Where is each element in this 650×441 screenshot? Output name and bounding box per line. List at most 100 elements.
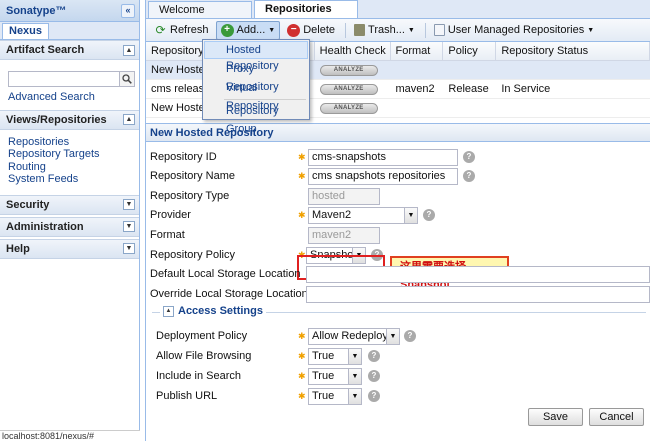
tab-welcome[interactable]: Welcome [148,1,252,18]
user-managed-repositories-button[interactable]: User Managed Repositories ▼ [429,21,599,40]
repository-id-input[interactable]: cms-snapshots [308,148,458,166]
form-button-bar: Save Cancel [146,405,650,428]
chevron-down-icon: ▼ [407,26,415,34]
chevron-down-icon: ▼ [268,26,276,34]
row-default-storage: Default Local Storage Location [150,265,650,283]
delete-button[interactable]: − Delete [282,21,340,40]
publish-url-value: True [312,389,335,402]
cancel-button[interactable]: Cancel [589,408,644,426]
menu-item-virtual-repository[interactable]: Virtual Repository [204,79,308,112]
user-managed-label: User Managed Repositories [447,24,585,36]
nav-link-routing[interactable]: Routing [8,161,139,174]
menu-item-repository-group[interactable]: Repository Group [204,102,308,135]
row-repository-id: Repository ID ✱ cms-snapshots ? [150,148,650,166]
analyze-button[interactable]: ANALYZE [319,102,378,114]
expand-down-icon[interactable]: ▼ [123,199,135,210]
nav-link-repositories[interactable]: Repositories [8,136,139,149]
column-label: Repository [151,45,204,57]
section-title: Administration [6,220,84,233]
access-settings-legend[interactable]: ▲ Access Settings [160,305,266,317]
help-icon[interactable]: ? [463,170,475,182]
help-icon[interactable]: ? [368,370,380,382]
deployment-policy-select[interactable]: Allow Redeploy ▼ [308,327,400,345]
refresh-label: Refresh [170,24,209,36]
artifact-search-body: Advanced Search [0,60,139,110]
expand-down-icon[interactable]: ▼ [123,221,135,232]
trash-icon [354,24,366,36]
help-icon[interactable]: ? [404,330,416,342]
add-button[interactable]: + Add... ▼ [215,20,281,40]
help-icon[interactable]: ? [463,151,475,163]
collapse-up-icon[interactable]: ▲ [163,305,174,317]
row-format: Format maven2 [150,226,650,244]
search-row [8,71,139,87]
column-header-policy[interactable]: Policy [443,42,497,60]
left-body: Artifact Search ▲ Advanced Search Views/… [0,40,139,441]
trash-button[interactable]: Trash... ▼ [349,21,420,40]
repository-type-field: hosted [308,187,380,205]
advanced-search-link[interactable]: Advanced Search [8,91,139,104]
section-administration[interactable]: Administration ▼ [0,216,139,237]
save-button[interactable]: Save [528,408,583,426]
analyze-button[interactable]: ANALYZE [319,64,378,76]
expand-down-icon[interactable]: ▼ [123,243,135,254]
label-publish-url: Publish URL [156,390,218,402]
override-storage-input[interactable] [306,285,650,303]
section-artifact-search[interactable]: Artifact Search ▲ [0,40,139,60]
menu-item-hosted-repository[interactable]: Hosted Repository [204,41,308,72]
add-icon: + [220,23,234,37]
cell-health: ANALYZE [315,99,391,117]
label-include-in-search: Include in Search [156,370,241,382]
collapse-up-icon[interactable]: ▲ [123,44,135,56]
row-publish-url: Publish URL ✱ True ▼ ? [156,387,650,405]
label-provider: Provider [150,209,191,221]
refresh-button[interactable]: ⟳ Refresh [149,21,214,40]
search-input[interactable] [8,71,120,87]
views-body: Repositories Repository Targets Routing … [0,130,139,193]
left-navigation-panel: Sonatype™ « Nexus Artifact Search ▲ Adva… [0,0,140,441]
help-icon[interactable]: ? [423,209,435,221]
cell-policy [443,61,496,79]
nav-link-system-feeds[interactable]: System Feeds [8,173,139,186]
help-icon[interactable]: ? [368,350,380,362]
label-repository-id: Repository ID [150,151,217,163]
publish-url-select[interactable]: True ▼ [308,387,362,405]
column-header-status[interactable]: Repository Status [496,42,650,60]
section-views-repositories[interactable]: Views/Repositories ▲ [0,109,139,130]
cell-status: In Service [501,83,551,95]
label-repository-type: Repository Type [150,190,230,202]
collapse-panel-icon[interactable]: « [121,3,135,18]
cell-health: ANALYZE [315,61,391,79]
row-override-storage: Override Local Storage Location [150,285,650,303]
repository-name-input[interactable]: cms snapshots repositories [308,167,458,185]
browser-status-url: localhost:8081/nexus/# [0,430,140,441]
section-title: Security [6,198,50,211]
help-icon[interactable]: ? [368,390,380,402]
column-header-health-check[interactable]: Health Check [315,42,391,60]
required-marker: ✱ [298,170,306,181]
analyze-button[interactable]: ANALYZE [319,83,378,95]
provider-value: Maven2 [312,208,352,221]
provider-select[interactable]: Maven2 ▼ [308,206,418,224]
main-tabstrip: Welcome Repositories [146,0,650,19]
collapse-up-icon[interactable]: ▲ [123,114,135,125]
include-in-search-select[interactable]: True ▼ [308,367,362,385]
chevron-down-icon: ▼ [348,368,361,384]
brand-title: Sonatype™ [6,4,67,17]
nav-link-repository-targets[interactable]: Repository Targets [8,148,139,161]
column-header-format[interactable]: Format [391,42,444,60]
label-deployment-policy: Deployment Policy [156,330,248,342]
refresh-icon: ⟳ [155,23,166,37]
hosted-repository-form: Repository ID ✱ cms-snapshots ? Reposito… [146,142,650,428]
tab-nexus[interactable]: Nexus [2,23,50,39]
label-allow-file-browsing: Allow File Browsing [156,350,252,362]
cell-policy [443,99,496,117]
tab-repositories[interactable]: Repositories [254,0,358,18]
section-security[interactable]: Security ▼ [0,194,139,215]
section-title: Help [6,242,30,255]
search-icon[interactable] [120,71,135,87]
default-storage-input[interactable] [306,265,650,283]
toolbar-separator [345,22,347,38]
allow-file-browsing-select[interactable]: True ▼ [308,347,362,365]
section-help[interactable]: Help ▼ [0,238,139,259]
